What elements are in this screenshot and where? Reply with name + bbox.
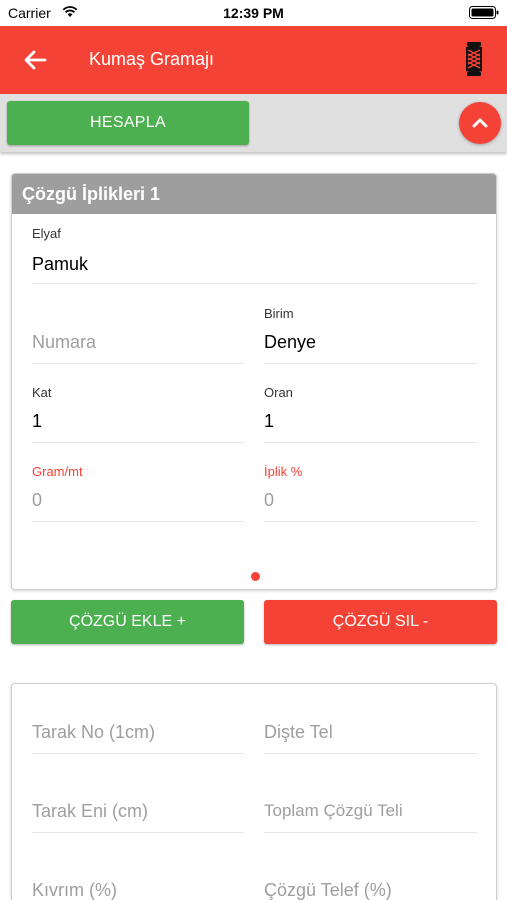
- calculate-button[interactable]: HESAPLA: [7, 101, 249, 145]
- collapse-button[interactable]: [459, 102, 501, 144]
- crimp-input[interactable]: Kıvrım (%): [32, 852, 244, 900]
- total-warp-ends-input[interactable]: Toplam Çözgü Teli: [264, 773, 477, 833]
- ends-per-dent-input[interactable]: Dişte Tel: [264, 694, 477, 754]
- gram-per-meter-value: 0: [32, 490, 43, 510]
- action-bar: HESAPLA: [0, 94, 507, 152]
- total-warp-ends-underline: [264, 832, 477, 833]
- loom-settings-card: Tarak No (1cm) Dişte Tel Tarak Eni (cm) …: [11, 683, 497, 900]
- remove-warp-button[interactable]: ÇÖZGÜ SIL -: [264, 600, 497, 644]
- yarn-percent-underline: [264, 521, 477, 522]
- ratio-label: Oran: [264, 385, 293, 400]
- page-indicator-dot: [251, 572, 260, 581]
- arrow-left-icon[interactable]: [22, 47, 48, 73]
- reed-width-underline: [32, 832, 244, 833]
- ply-underline: [32, 442, 244, 443]
- yarn-percent-label: İplik %: [264, 464, 303, 479]
- gram-per-meter-field: Gram/mt 0: [32, 462, 244, 522]
- warp-waste-placeholder: Çözgü Telef (%): [264, 880, 392, 900]
- page-title: Kumaş Gramajı: [89, 49, 215, 69]
- total-warp-ends-placeholder: Toplam Çözgü Teli: [264, 801, 403, 820]
- warp-card-title: Çözgü İplikleri 1: [12, 174, 496, 214]
- unit-value: Denye: [264, 332, 317, 352]
- unit-underline: [264, 363, 477, 364]
- count-placeholder: Numara: [32, 332, 97, 352]
- ply-field[interactable]: Kat 1: [32, 383, 244, 443]
- fiber-underline: [32, 283, 477, 284]
- ends-per-dent-underline: [264, 753, 477, 754]
- warp-waste-input[interactable]: Çözgü Telef (%): [264, 852, 477, 900]
- warp-yarn-card: Çözgü İplikleri 1 Elyaf Pamuk Numara Bir…: [11, 173, 497, 590]
- fiber-label: Elyaf: [32, 226, 61, 241]
- reed-no-input[interactable]: Tarak No (1cm): [32, 694, 244, 754]
- yarn-percent-value: 0: [264, 490, 275, 510]
- gram-per-meter-underline: [32, 521, 244, 522]
- status-time: 12:39 PM: [223, 5, 284, 21]
- count-input[interactable]: Numara: [32, 304, 244, 364]
- fiber-field[interactable]: Elyaf Pamuk: [32, 224, 477, 284]
- ends-per-dent-placeholder: Dişte Tel: [264, 722, 333, 742]
- add-warp-button[interactable]: ÇÖZGÜ EKLE +: [11, 600, 244, 644]
- ply-value: 1: [32, 411, 43, 431]
- yarn-spool-icon[interactable]: [465, 42, 483, 76]
- crimp-placeholder: Kıvrım (%): [32, 880, 117, 900]
- ratio-field[interactable]: Oran 1: [264, 383, 477, 443]
- battery-icon: [469, 6, 499, 19]
- reed-width-placeholder: Tarak Eni (cm): [32, 801, 149, 821]
- gram-per-meter-label: Gram/mt: [32, 464, 83, 479]
- yarn-percent-field: İplik % 0: [264, 462, 477, 522]
- unit-label: Birim: [264, 306, 294, 321]
- count-underline: [32, 363, 244, 364]
- app-bar: Kumaş Gramajı: [0, 26, 507, 94]
- reed-width-input[interactable]: Tarak Eni (cm): [32, 773, 244, 833]
- unit-field[interactable]: Birim Denye: [264, 304, 477, 364]
- status-bar: Carrier 12:39 PM: [0, 0, 507, 26]
- reed-no-placeholder: Tarak No (1cm): [32, 722, 156, 742]
- fiber-value: Pamuk: [32, 254, 89, 274]
- reed-no-underline: [32, 753, 244, 754]
- ply-label: Kat: [32, 385, 52, 400]
- chevron-up-icon: [472, 118, 488, 128]
- ratio-value: 1: [264, 411, 275, 431]
- ratio-underline: [264, 442, 477, 443]
